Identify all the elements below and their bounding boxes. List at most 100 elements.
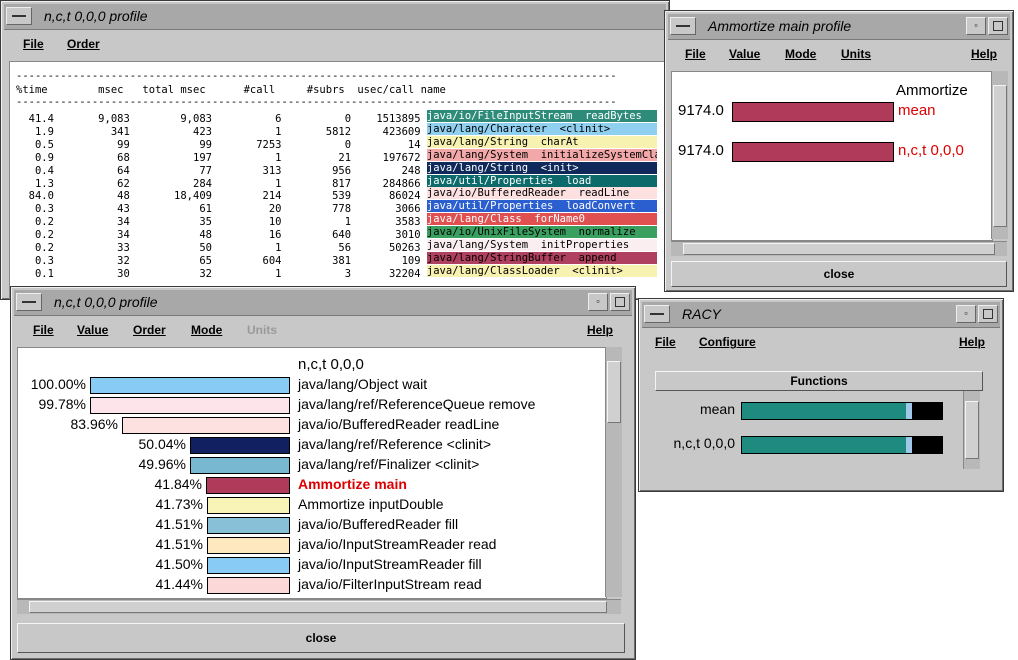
menu-order[interactable]: Order [67, 37, 100, 51]
horizontal-scrollbar[interactable] [17, 599, 621, 614]
profile-heading: Ammortize [896, 82, 968, 99]
row-function-name[interactable]: java/lang/String <init> [426, 161, 657, 174]
profile-row[interactable]: 0.3 43 61 20 778 3066 java/util/Properti… [16, 200, 657, 215]
function-bar[interactable] [207, 577, 290, 594]
menu-file[interactable]: File [33, 323, 54, 337]
menu-mode[interactable]: Mode [785, 47, 816, 61]
function-name[interactable]: java/io/BufferedReader readLine [298, 416, 499, 432]
menu-mode[interactable]: Mode [191, 323, 222, 337]
menu-order[interactable]: Order [133, 323, 166, 337]
scroll-thumb[interactable] [683, 243, 995, 255]
title-bar[interactable]: n,c,t 0,0,0 profile [4, 4, 666, 30]
row-function-name[interactable]: java/util/Properties load [426, 174, 657, 187]
maximize-button[interactable] [978, 305, 998, 323]
menu-file[interactable]: File [23, 37, 44, 51]
horizontal-scrollbar[interactable] [671, 241, 1007, 256]
window-title: n,c,t 0,0,0 profile [44, 8, 148, 24]
function-name[interactable]: Ammortize main [298, 476, 407, 492]
scroll-thumb[interactable] [607, 361, 621, 423]
menu-units[interactable]: Units [841, 47, 871, 61]
row-percent: 50.04% [138, 436, 186, 452]
mean-bar[interactable] [741, 402, 943, 420]
thread-label: n,c,t 0,0,0 [898, 142, 964, 159]
function-bar[interactable] [190, 437, 290, 454]
thread-bar[interactable] [732, 142, 894, 162]
row-function-name[interactable]: java/lang/ClassLoader <clinit> [426, 264, 657, 277]
window-menu-icon[interactable] [644, 305, 670, 323]
separator-line: ----------------------------------------… [16, 70, 617, 82]
menu-configure[interactable]: Configure [699, 335, 756, 349]
title-bar[interactable]: n,c,t 0,0,0 profile ▫ [14, 290, 632, 316]
title-bar[interactable]: RACY ▫ [642, 302, 1000, 328]
title-bar[interactable]: Ammortize main profile ▫ [668, 14, 1010, 40]
thread-bar[interactable] [741, 436, 943, 454]
row-function-name[interactable]: java/lang/System initProperties [426, 239, 657, 251]
row-function-name[interactable]: java/lang/Character <clinit> [426, 122, 657, 135]
vertical-scrollbar[interactable] [991, 71, 1008, 239]
minimize-button[interactable]: ▫ [966, 17, 986, 35]
profile-row[interactable]: 0.3 32 65 604 381 109 java/lang/StringBu… [16, 251, 657, 267]
function-name[interactable]: java/lang/ref/Reference <clinit> [298, 436, 491, 452]
row-function-name[interactable]: java/io/BufferedReader readLine [426, 187, 657, 200]
function-bar[interactable] [207, 557, 290, 574]
menu-help[interactable]: Help [587, 323, 613, 337]
window-menu-icon[interactable] [6, 7, 32, 25]
profile-row[interactable]: 41.4 9,083 9,083 6 0 1513895 java/io/Fil… [16, 110, 657, 125]
function-name[interactable]: Ammortize inputDouble [298, 496, 444, 512]
menu-help[interactable]: Help [971, 47, 997, 61]
profile-row[interactable]: 0.1 30 32 1 3 32204 java/lang/ClassLoade… [16, 264, 657, 280]
maximize-button[interactable] [610, 293, 630, 311]
profile-row[interactable]: 1.9 341 423 1 5812 423609 java/lang/Char… [16, 122, 657, 138]
function-name[interactable]: java/io/FilterInputStream read [298, 576, 482, 592]
window-menu-icon[interactable] [16, 293, 42, 311]
profile-row[interactable]: 0.4 64 77 313 956 248 java/lang/String <… [16, 161, 657, 177]
row-function-name[interactable]: java/lang/StringBuffer append [426, 251, 657, 264]
function-name[interactable]: java/io/InputStreamReader read [298, 536, 496, 552]
profile-row[interactable]: 0.2 33 50 1 56 50263 java/lang/System in… [16, 239, 657, 254]
function-bar[interactable] [207, 537, 290, 554]
function-bar[interactable] [206, 477, 290, 494]
vertical-scrollbar[interactable] [963, 391, 980, 469]
function-bar[interactable] [122, 417, 290, 434]
profile-row[interactable]: 0.2 34 48 16 640 3010 java/io/UnixFileSy… [16, 226, 657, 241]
profile-row[interactable]: 1.3 62 284 1 817 284866 java/util/Proper… [16, 174, 657, 190]
close-button[interactable]: close [17, 623, 625, 653]
row-function-name[interactable]: java/lang/String charAt [426, 135, 657, 148]
function-bar[interactable] [207, 497, 290, 514]
function-name[interactable]: java/io/BufferedReader fill [298, 516, 458, 532]
minimize-button[interactable]: ▫ [588, 293, 608, 311]
window-menu-icon[interactable] [670, 17, 696, 35]
separator-line: ----------------------------------------… [16, 96, 617, 108]
row-function-name[interactable]: java/lang/Class forName0 [426, 213, 657, 226]
profile-row[interactable]: 84.0 48 18,409 214 539 86024 java/io/Buf… [16, 187, 657, 202]
profile-row[interactable]: 0.9 68 197 1 21 197672 java/lang/System … [16, 148, 657, 164]
row-function-name[interactable]: java/lang/System initializeSystemClass [426, 148, 657, 161]
scroll-thumb[interactable] [965, 401, 979, 459]
row-function-name[interactable]: java/io/UnixFileSystem normalize [426, 226, 657, 239]
row-function-name[interactable]: java/util/Properties loadConvert [426, 200, 657, 213]
function-bar[interactable] [207, 517, 290, 534]
function-name[interactable]: java/lang/Object wait [298, 376, 427, 392]
scroll-thumb[interactable] [29, 601, 607, 613]
menu-help[interactable]: Help [959, 335, 985, 349]
function-bar[interactable] [90, 377, 290, 394]
close-button[interactable]: close [671, 261, 1007, 287]
function-name[interactable]: java/lang/ref/Finalizer <clinit> [298, 456, 479, 472]
profile-row[interactable]: 0.5 99 99 7253 0 14 java/lang/String cha… [16, 135, 657, 151]
profile-row[interactable]: 0.2 34 35 10 1 3583 java/lang/Class forN… [16, 213, 657, 228]
mean-bar[interactable] [732, 102, 894, 122]
functions-button[interactable]: Functions [655, 371, 983, 391]
vertical-scrollbar[interactable] [605, 347, 622, 597]
menu-file[interactable]: File [685, 47, 706, 61]
menu-value[interactable]: Value [729, 47, 760, 61]
function-bar[interactable] [90, 397, 290, 414]
function-bar[interactable] [190, 457, 290, 474]
row-function-name[interactable]: java/io/FileInputStream readBytes [426, 110, 657, 122]
function-name[interactable]: java/lang/ref/ReferenceQueue remove [298, 396, 535, 412]
minimize-button[interactable]: ▫ [956, 305, 976, 323]
menu-file[interactable]: File [655, 335, 676, 349]
function-name[interactable]: java/io/InputStreamReader fill [298, 556, 482, 572]
scroll-thumb[interactable] [993, 85, 1007, 227]
maximize-button[interactable] [988, 17, 1008, 35]
menu-value[interactable]: Value [77, 323, 108, 337]
